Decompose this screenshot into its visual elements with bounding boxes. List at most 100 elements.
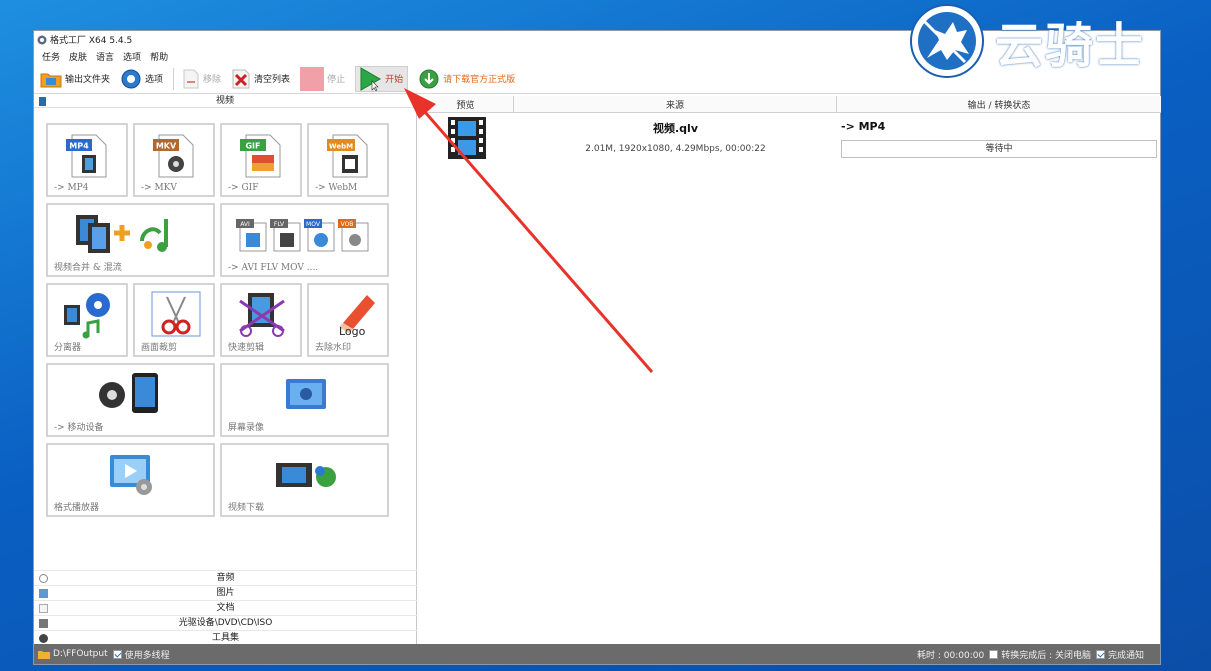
tile-to-webm[interactable]: WebM -> WebM — [307, 123, 389, 197]
watermark-text: 云骑士 — [995, 18, 1146, 74]
watermark: 云骑士 — [905, 0, 1205, 82]
app-window: 格式工厂 X64 5.4.5 任务 皮肤 语言 选项 帮助 输出文件夹 选项 移… — [33, 30, 1161, 665]
menu-help[interactable]: 帮助 — [150, 50, 168, 63]
tile-splitter[interactable]: 分离器 — [46, 283, 128, 357]
app-icon — [37, 35, 47, 44]
video-merge-music-icon — [76, 215, 168, 253]
tile-crop-label: 画面裁剪 — [141, 343, 178, 353]
toolset-category-icon — [39, 634, 48, 643]
tile-to-avi-flv-mov[interactable]: AVI FLV MOV VOB -> AVI FLV MOV .... — [220, 203, 389, 277]
output-folder-icon — [38, 651, 50, 659]
clear-x-icon — [232, 69, 250, 88]
tile-to-avi-flv-mov-label: -> AVI FLV MOV .... — [228, 263, 319, 273]
menu-language[interactable]: 语言 — [96, 50, 114, 63]
globe-download-icon — [419, 69, 439, 88]
column-preview[interactable]: 预览 — [418, 96, 514, 112]
category-image-label: 图片 — [216, 588, 235, 598]
tile-quick-clip-label: 快速剪辑 — [228, 343, 265, 353]
tile-mobile-device-label: -> 移动设备 — [54, 423, 104, 433]
multithread-label: 使用多线程 — [124, 650, 170, 661]
crop-scissors-icon — [151, 291, 201, 337]
output-path[interactable]: D:\FFOutput — [53, 649, 108, 659]
category-disc-device[interactable]: 光驱设备\DVD\CD\ISO — [34, 615, 417, 630]
tile-to-webm-label: -> WebM — [315, 183, 358, 193]
mov-badge-text: MOV — [306, 221, 321, 228]
play-icon — [360, 66, 382, 91]
mobile-device-icon — [99, 373, 158, 413]
output-folder-button[interactable]: 输出文件夹 — [40, 66, 110, 92]
start-label: 开始 — [385, 75, 404, 85]
task-row[interactable]: 视频.qlv 2.01M, 1920x1080, 4.29Mbps, 00:00… — [418, 113, 1161, 165]
options-label: 选项 — [145, 75, 164, 85]
category-audio-label: 音频 — [216, 573, 235, 583]
video-category-header[interactable]: 视频 — [34, 95, 416, 108]
toolbar-separator — [173, 67, 175, 90]
splitter-icon — [64, 293, 110, 339]
webm-badge-text: WebM — [329, 143, 353, 151]
video-category-icon — [39, 97, 46, 106]
remove-label: 移除 — [203, 75, 222, 85]
folder-icon — [40, 73, 62, 87]
category-toolset[interactable]: 工具集 — [34, 630, 417, 645]
knight-logo-icon — [910, 4, 984, 78]
elapsed-time: 耗时 : 00:00:00 — [917, 650, 985, 661]
start-button[interactable]: 开始 — [355, 65, 409, 92]
screen-record-icon — [286, 379, 326, 409]
tile-format-player[interactable]: 格式播放器 — [46, 443, 215, 517]
player-icon — [110, 455, 152, 495]
category-image[interactable]: 图片 — [34, 585, 417, 600]
image-category-icon — [39, 589, 48, 598]
tile-screen-record-label: 屏幕录像 — [228, 423, 265, 433]
options-button[interactable]: 选项 — [120, 66, 163, 92]
document-category-icon — [39, 604, 48, 613]
notify-checkbox[interactable] — [1095, 649, 1105, 659]
column-output-status[interactable]: 输出 / 转换状态 — [837, 96, 1161, 112]
mp4-badge-text: MP4 — [69, 142, 89, 151]
clear-list-button[interactable]: 清空列表 — [231, 66, 290, 92]
options-gear-icon — [121, 69, 141, 88]
tile-to-gif[interactable]: GIF -> GIF — [220, 123, 302, 197]
category-list: 音频 图片 文档 光驱设备\DVD\CD\ISO 工具集 — [34, 570, 417, 645]
menu-task[interactable]: 任务 — [42, 50, 60, 63]
after-convert-label[interactable]: 转换完成后 : 关闭电脑 — [1001, 648, 1091, 661]
video-file-thumbnail-icon — [448, 117, 486, 159]
stop-label: 停止 — [327, 75, 346, 85]
source-file-info: 2.01M, 1920x1080, 4.29Mbps, 00:00:22 — [585, 144, 766, 154]
logo-word-text: Logo — [339, 325, 366, 338]
mp4-file-icon: MP4 — [66, 134, 107, 178]
download-label: 请下载官方正式版 — [443, 75, 516, 85]
category-toolset-label: 工具集 — [211, 633, 239, 643]
category-audio[interactable]: 音频 — [34, 570, 417, 585]
tile-crop[interactable]: 画面裁剪 — [133, 283, 215, 357]
tile-screen-record[interactable]: 屏幕录像 — [220, 363, 389, 437]
remove-button[interactable]: 移除 — [182, 66, 221, 92]
output-folder-label: 输出文件夹 — [65, 75, 111, 85]
tile-mobile-device[interactable]: -> 移动设备 — [46, 363, 215, 437]
video-category-label: 视频 — [215, 96, 234, 106]
task-list-header: 预览 来源 输出 / 转换状态 — [418, 96, 1161, 113]
tile-format-player-label: 格式播放器 — [54, 503, 100, 513]
after-convert-checkbox[interactable] — [989, 649, 999, 659]
tile-video-download[interactable]: 视频下载 — [220, 443, 389, 517]
menu-options[interactable]: 选项 — [123, 50, 141, 63]
column-source[interactable]: 来源 — [514, 96, 837, 112]
eraser-logo-icon: Logo — [339, 295, 375, 338]
webm-file-icon: WebM — [327, 134, 368, 178]
tile-to-mp4[interactable]: MP4 -> MP4 — [46, 123, 128, 197]
notify-label: 完成通知 — [1107, 650, 1144, 661]
tile-remove-watermark[interactable]: Logo 去除水印 — [307, 283, 389, 357]
menu-skin[interactable]: 皮肤 — [69, 50, 87, 63]
tile-video-join-mux[interactable]: 视频合并 & 混流 — [46, 203, 215, 277]
stop-button[interactable]: 停止 — [300, 66, 345, 92]
download-official-link[interactable]: 请下载官方正式版 — [418, 66, 515, 92]
clear-list-label: 清空列表 — [254, 75, 291, 85]
tile-to-mkv-label: -> MKV — [141, 183, 177, 193]
tile-to-mkv[interactable]: MKV -> MKV — [133, 123, 215, 197]
category-document-label: 文档 — [216, 603, 235, 613]
tile-quick-clip[interactable]: 快速剪辑 — [220, 283, 302, 357]
flv-badge-text: FLV — [274, 221, 285, 228]
tile-video-download-label: 视频下载 — [228, 503, 265, 513]
multi-format-icons: AVI FLV MOV VOB — [236, 219, 369, 252]
multithread-checkbox[interactable] — [112, 649, 122, 659]
category-document[interactable]: 文档 — [34, 600, 417, 615]
